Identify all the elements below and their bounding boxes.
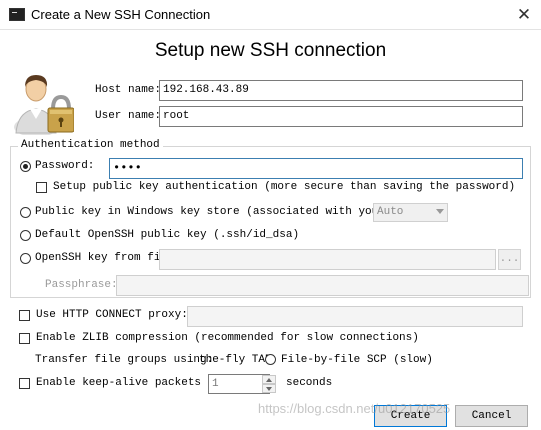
setup-public-key-checkbox[interactable] [36,182,47,193]
watermark: https://blog.csdn.net/u012170525 [258,401,451,416]
authentication-legend: Authentication method [18,139,163,151]
host-name-input[interactable]: 192.168.43.89 [159,80,523,101]
passphrase-label: Passphrase: [45,279,118,291]
windows-key-store-label: Public key in Windows key store (associa… [35,206,373,218]
close-icon[interactable]: ✕ [510,3,538,27]
key-file-input[interactable] [159,249,496,270]
keepalive-label: Enable keep-alive packets eve [36,377,208,389]
proxy-checkbox[interactable] [19,310,30,321]
proxy-input[interactable] [187,306,523,327]
host-name-label: Host name: [95,84,162,96]
password-input[interactable]: •••• [109,158,523,179]
key-store-combo-value: Auto [377,206,404,218]
spinner-down-icon[interactable] [262,384,276,393]
chevron-down-icon [436,209,444,214]
user-name-label: User name: [95,110,162,122]
password-radio[interactable] [20,161,31,172]
keepalive-interval-input[interactable]: 1 [208,374,270,394]
file-by-file-label: File-by-file SCP (slow) [281,354,433,366]
key-store-combo[interactable]: Auto [373,203,448,222]
proxy-label: Use HTTP CONNECT proxy: [36,309,188,321]
keepalive-checkbox[interactable] [19,378,30,389]
title-bar: Create a New SSH Connection ✕ [0,0,541,30]
terminal-icon [9,8,25,21]
zlib-checkbox[interactable] [19,333,30,344]
zlib-label: Enable ZLIB compression (recommended for… [36,332,419,344]
windows-key-store-radio[interactable] [20,207,31,218]
openssh-file-radio[interactable] [20,253,31,264]
user-lock-icon [14,75,74,135]
setup-public-key-label: Setup public key authentication (more se… [53,181,516,193]
browse-button[interactable]: ... [498,249,521,270]
default-openssh-label: Default OpenSSH public key (.ssh/id_dsa) [35,229,300,241]
transfer-label: Transfer file groups using: [35,354,214,366]
default-openssh-radio[interactable] [20,230,31,241]
on-the-fly-tar-label: the-fly TAR [199,354,272,366]
window-title: Create a New SSH Connection [31,7,211,22]
dialog-heading: Setup new SSH connection [154,40,387,61]
spinner-up-icon[interactable] [262,375,276,384]
seconds-label: seconds [286,377,333,389]
passphrase-input[interactable] [116,275,529,296]
user-name-input[interactable]: root [159,106,523,127]
password-label: Password: [35,160,95,172]
cancel-button[interactable]: Cancel [455,405,528,427]
file-by-file-radio[interactable] [265,354,276,365]
